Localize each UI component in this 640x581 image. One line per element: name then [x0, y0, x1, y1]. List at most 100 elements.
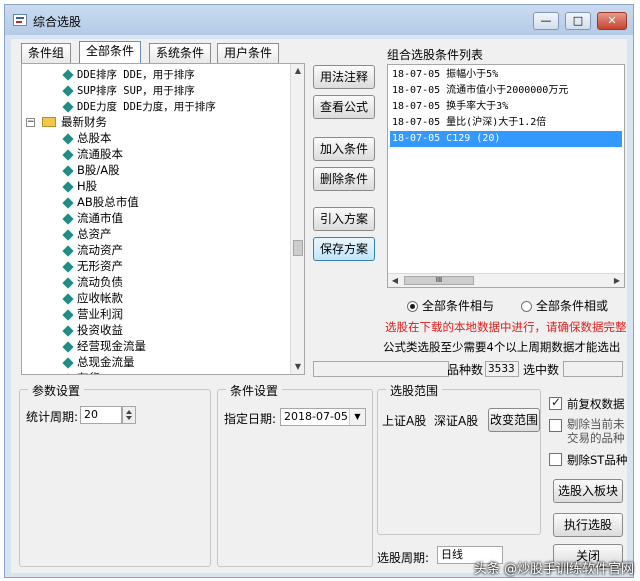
radio-and[interactable]: [407, 301, 418, 312]
list-horizontal-scrollbar[interactable]: ◀ III ▶: [388, 273, 624, 287]
tree-item[interactable]: AB股总市值: [62, 194, 139, 210]
diamond-bullet-icon: [62, 229, 74, 241]
list-item[interactable]: 18-07-05 振幅小于5%: [390, 67, 500, 83]
tree-item[interactable]: 总股本: [62, 130, 112, 146]
delete-condition-button[interactable]: 删除条件: [313, 167, 375, 191]
diamond-bullet-icon: [62, 197, 74, 209]
folder-icon: [42, 117, 56, 127]
list-item-selected[interactable]: 18-07-05 C129 (20): [390, 131, 622, 147]
view-formula-button[interactable]: 查看公式: [313, 95, 375, 119]
tree-item[interactable]: 存货: [62, 370, 100, 374]
diamond-bullet-icon: [62, 293, 74, 305]
tree-item[interactable]: 流通股本: [62, 146, 123, 162]
tab-user-conditions[interactable]: 用户条件: [217, 43, 280, 63]
period-stepper[interactable]: [122, 406, 136, 424]
exclude-st-label: 剔除ST品种: [567, 453, 628, 467]
tree-item[interactable]: 总资产: [62, 226, 112, 242]
diamond-bullet-icon: [62, 165, 74, 177]
tree-item[interactable]: 流通市值: [62, 210, 123, 226]
chevron-down-icon[interactable]: ▼: [349, 409, 365, 425]
progress-box: [313, 361, 449, 377]
import-plan-button[interactable]: 引入方案: [313, 207, 375, 231]
scroll-up-icon[interactable]: ▲: [291, 64, 304, 78]
tab-system-conditions[interactable]: 系统条件: [149, 43, 212, 63]
data-warning-text: 选股在下载的本地数据中进行，请确保数据完整: [385, 320, 627, 334]
tree-item[interactable]: 流动负债: [62, 274, 123, 290]
exclude-st-checkbox[interactable]: [549, 453, 562, 466]
adjust-checkbox[interactable]: [549, 395, 562, 410]
tree-item[interactable]: 营业利润: [62, 306, 123, 322]
add-to-board-button[interactable]: 选股入板块: [553, 479, 623, 503]
selected-count-label: 选中数: [523, 363, 560, 377]
list-item[interactable]: 18-07-05 量比(沪深)大于1.2倍: [390, 115, 548, 131]
tree-item[interactable]: DDE力度 DDE力度，用于排序: [62, 98, 216, 114]
condition-tree[interactable]: DDE排序 DDE，用于排序 SUP排序 SUP，用于排序 DDE力度 DDE力…: [21, 63, 305, 375]
diamond-bullet-icon: [62, 373, 74, 374]
title-bar[interactable]: 综合选股 — □ ✕: [5, 5, 633, 35]
close-window-button[interactable]: ✕: [597, 12, 627, 30]
diamond-bullet-icon: [62, 69, 74, 81]
and-option[interactable]: 全部条件相与: [407, 297, 494, 314]
params-group-title: 参数设置: [28, 382, 85, 399]
diamond-bullet-icon: [62, 181, 74, 193]
save-plan-button[interactable]: 保存方案: [313, 237, 375, 261]
tree-item[interactable]: 总现金流量: [62, 354, 135, 370]
add-condition-button[interactable]: 加入条件: [313, 137, 375, 161]
condition-list-label: 组合选股条件列表: [387, 48, 484, 62]
dialog-body: 条件组 全部条件 系统条件 用户条件 DDE排序 DDE，用于排序 SUP排序 …: [11, 39, 627, 573]
condition-settings-group: 条件设置 指定日期: 2018-07-05 ▼: [217, 382, 373, 567]
or-option[interactable]: 全部条件相或: [521, 297, 608, 314]
maximize-button[interactable]: □: [565, 12, 591, 30]
tree-item[interactable]: 应收帐款: [62, 290, 123, 306]
app-icon: [13, 14, 27, 26]
list-item[interactable]: 18-07-05 流通市值小于2000000万元: [390, 83, 570, 99]
execute-button[interactable]: 执行选股: [553, 513, 623, 537]
tree-item[interactable]: 无形资产: [62, 258, 123, 274]
diamond-bullet-icon: [62, 133, 74, 145]
scroll-right-icon[interactable]: ▶: [610, 274, 624, 287]
scope-shenzhen-a: 深证A股: [434, 414, 479, 428]
window-title: 综合选股: [33, 15, 82, 29]
scroll-thumb[interactable]: [293, 240, 303, 256]
exclude-untraded-label: 剔除当前未交易的品种: [567, 417, 625, 445]
tree-item[interactable]: B股/A股: [62, 162, 120, 178]
condition-list[interactable]: 18-07-05 振幅小于5% 18-07-05 流通市值小于2000000万元…: [387, 64, 625, 288]
tree-item[interactable]: H股: [62, 178, 97, 194]
tree-folder[interactable]: 最新财务: [42, 114, 107, 130]
period-label: 统计周期:: [26, 410, 79, 424]
condition-settings-title: 条件设置: [226, 382, 283, 399]
scope-group: 选股范围 上证A股 深证A股 改变范围: [377, 382, 541, 535]
exclude-untraded-checkbox[interactable]: [549, 419, 562, 432]
diamond-bullet-icon: [62, 245, 74, 257]
scroll-down-icon[interactable]: ▼: [291, 360, 304, 374]
date-label: 指定日期:: [224, 412, 277, 426]
tab-all-conditions[interactable]: 全部条件: [79, 41, 142, 63]
period-input[interactable]: 20: [80, 406, 122, 424]
tree-scrollbar[interactable]: ▲ ▼: [290, 64, 304, 374]
tree-item[interactable]: DDE排序 DDE，用于排序: [62, 66, 195, 82]
tree-item[interactable]: 流动资产: [62, 242, 123, 258]
diamond-bullet-icon: [62, 261, 74, 273]
collapse-toggle-icon[interactable]: −: [26, 118, 35, 127]
diamond-bullet-icon: [62, 101, 74, 113]
formula-note-text: 公式类选股至少需要4个以上周期数据才能选出: [383, 340, 621, 354]
usage-notes-button[interactable]: 用法注释: [313, 65, 375, 89]
tree-item[interactable]: 投资收益: [62, 322, 123, 338]
list-item[interactable]: 18-07-05 换手率大于3%: [390, 99, 510, 115]
diamond-bullet-icon: [62, 357, 74, 369]
diamond-bullet-icon: [62, 85, 74, 97]
tree-item[interactable]: 经营现金流量: [62, 338, 146, 354]
tab-condition-group[interactable]: 条件组: [21, 43, 72, 63]
scroll-thumb[interactable]: III: [404, 276, 474, 285]
change-scope-button[interactable]: 改变范围: [488, 408, 540, 432]
diamond-bullet-icon: [62, 309, 74, 321]
diamond-bullet-icon: [62, 325, 74, 337]
scroll-left-icon[interactable]: ◀: [388, 274, 402, 287]
diamond-bullet-icon: [62, 149, 74, 161]
minimize-button[interactable]: —: [533, 12, 559, 30]
diamond-bullet-icon: [62, 277, 74, 289]
adjust-label: 前复权数据: [567, 397, 625, 411]
tree-item[interactable]: SUP排序 SUP，用于排序: [62, 82, 195, 98]
diamond-bullet-icon: [62, 341, 74, 353]
radio-or[interactable]: [521, 301, 532, 312]
